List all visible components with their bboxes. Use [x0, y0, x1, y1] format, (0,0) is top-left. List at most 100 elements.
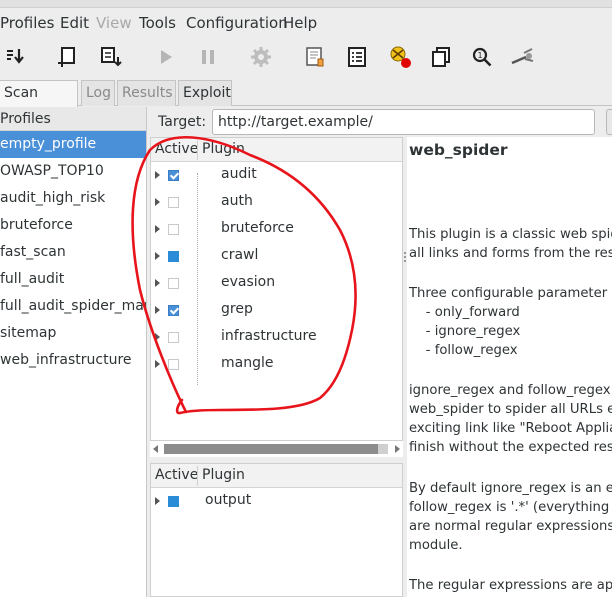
description-line: By default ignore_regex is an en [409, 481, 612, 496]
profiles-header[interactable]: Profiles [0, 107, 146, 131]
menu-help[interactable]: Help [283, 14, 317, 32]
description-line: all links and forms from the resp [409, 246, 612, 261]
description-line: follow_regex is '.*' (everything is [409, 500, 612, 515]
report-hand-icon[interactable] [303, 44, 329, 70]
gear-icon[interactable] [248, 44, 274, 70]
description-line: module. [409, 538, 463, 553]
description-line: are normal regular expressions t [409, 519, 612, 534]
column-plugin[interactable]: Plugin [202, 467, 245, 483]
bug-record-icon[interactable] [387, 44, 413, 70]
scroll-left-icon[interactable] [153, 445, 158, 453]
menubar: Profiles Edit View Tools Configuration H… [0, 8, 612, 36]
plugin-name: grep [221, 301, 253, 317]
tab-exploit[interactable]: Exploit [178, 80, 232, 106]
copy-icon[interactable] [428, 44, 454, 70]
checkbox-audit[interactable] [168, 170, 179, 181]
list-icon[interactable] [344, 44, 370, 70]
expander-arrow-icon[interactable] [155, 497, 160, 505]
expander-arrow-icon[interactable] [155, 333, 160, 341]
play-icon[interactable] [152, 44, 178, 70]
menu-edit[interactable]: Edit [60, 14, 89, 32]
profile-item[interactable]: web_infrastructure [0, 347, 146, 374]
plugin-row-bruteforce[interactable]: bruteforce [151, 216, 402, 243]
toolbar: 1 [0, 38, 612, 78]
expander-arrow-icon[interactable] [155, 252, 160, 260]
expander-arrow-icon[interactable] [155, 279, 160, 287]
profile-item[interactable]: empty_profile [0, 131, 146, 158]
plugin-row-crawl[interactable]: crawl [151, 243, 402, 270]
menu-view[interactable]: View [96, 14, 132, 32]
column-active[interactable]: Active [155, 141, 198, 157]
plugin-tree-hscrollbar[interactable] [150, 441, 403, 457]
plugin-name: bruteforce [221, 220, 294, 236]
profile-item[interactable]: audit_high_risk [0, 185, 146, 212]
scroll-thumb[interactable] [164, 444, 378, 454]
plugin-row-infrastructure[interactable]: infrastructure [151, 324, 402, 351]
download-icon[interactable] [2, 44, 28, 70]
expander-arrow-icon[interactable] [155, 225, 160, 233]
target-label: Target: [158, 114, 207, 130]
magnifier-icon[interactable]: 1 [469, 44, 495, 70]
plugin-name: output [205, 492, 252, 508]
plugin-name: audit [221, 166, 257, 182]
checkbox-output[interactable] [168, 496, 179, 507]
plugin-description-title: web_spider [409, 141, 508, 159]
plugin-row-mangle[interactable]: mangle [151, 351, 402, 378]
plugin-row-output[interactable]: output [151, 488, 402, 515]
menu-tools[interactable]: Tools [139, 14, 176, 32]
expander-arrow-icon[interactable] [155, 360, 160, 368]
description-line: exciting link like "Reboot Applian [409, 421, 612, 436]
plugin-row-auth[interactable]: auth [151, 189, 402, 216]
expander-arrow-icon[interactable] [155, 198, 160, 206]
profile-item[interactable]: sitemap [0, 320, 146, 347]
description-line: The regular expressions are app [409, 578, 612, 593]
column-separator [197, 466, 198, 486]
target-url-input[interactable]: http://target.example/ [212, 109, 595, 135]
plugin-row-audit[interactable]: audit [151, 162, 402, 189]
checkbox-infrastructure[interactable] [168, 332, 179, 343]
wrench-icon[interactable] [510, 44, 536, 70]
profile-item[interactable]: full_audit_spider_man [0, 293, 146, 320]
tab-log[interactable]: Log [81, 80, 115, 106]
column-active[interactable]: Active [155, 467, 198, 483]
checkbox-mangle[interactable] [168, 359, 179, 370]
plugin-name: infrastructure [221, 328, 317, 344]
description-line: ignore_regex and follow_regex [409, 383, 611, 398]
output-plugin-tree: Active Plugin output [150, 463, 403, 597]
checkbox-bruteforce[interactable] [168, 224, 179, 235]
tab-scan-config[interactable]: Scan config [0, 80, 78, 126]
output-tree-header: Active Plugin [151, 464, 402, 488]
description-line: finish without the expected resu [409, 440, 612, 455]
profile-item[interactable]: fast_scan [0, 239, 146, 266]
menu-profiles[interactable]: Profiles [0, 14, 54, 32]
profile-item[interactable]: bruteforce [0, 212, 146, 239]
w3af-window: Profiles Edit View Tools Configuration H… [0, 0, 612, 597]
pause-icon[interactable] [195, 44, 221, 70]
description-line: - follow_regex [409, 343, 518, 358]
menu-configuration[interactable]: Configuration [186, 14, 288, 32]
expander-arrow-icon[interactable] [155, 171, 160, 179]
expander-arrow-icon[interactable] [155, 306, 160, 314]
column-plugin[interactable]: Plugin [202, 141, 245, 157]
target-action-button[interactable] [606, 109, 612, 135]
profiles-list: Profiles empty_profile OWASP_TOP10 audit… [0, 107, 147, 597]
main-tabs: Scan config Log Results Exploit [0, 80, 612, 126]
profile-item[interactable]: full_audit [0, 266, 146, 293]
profile-item[interactable]: OWASP_TOP10 [0, 158, 146, 185]
description-line: Three configurable parameter ex [409, 286, 612, 301]
tab-results[interactable]: Results [117, 80, 176, 106]
plugin-row-grep[interactable]: grep [151, 297, 402, 324]
checkbox-crawl[interactable] [168, 251, 179, 262]
save-profile-icon[interactable] [98, 44, 124, 70]
new-profile-icon[interactable] [54, 44, 80, 70]
plugin-row-evasion[interactable]: evasion [151, 270, 402, 297]
column-separator [197, 140, 198, 160]
plugin-tree-header: Active Plugin [151, 138, 402, 162]
scroll-right-icon[interactable] [395, 445, 400, 453]
description-line: - ignore_regex [409, 324, 521, 339]
checkbox-auth[interactable] [168, 197, 179, 208]
checkbox-evasion[interactable] [168, 278, 179, 289]
checkbox-grep[interactable] [168, 305, 179, 316]
description-line: web_spider to spider all URLs ex [409, 402, 612, 417]
description-line: This plugin is a classic web spider [409, 227, 612, 242]
